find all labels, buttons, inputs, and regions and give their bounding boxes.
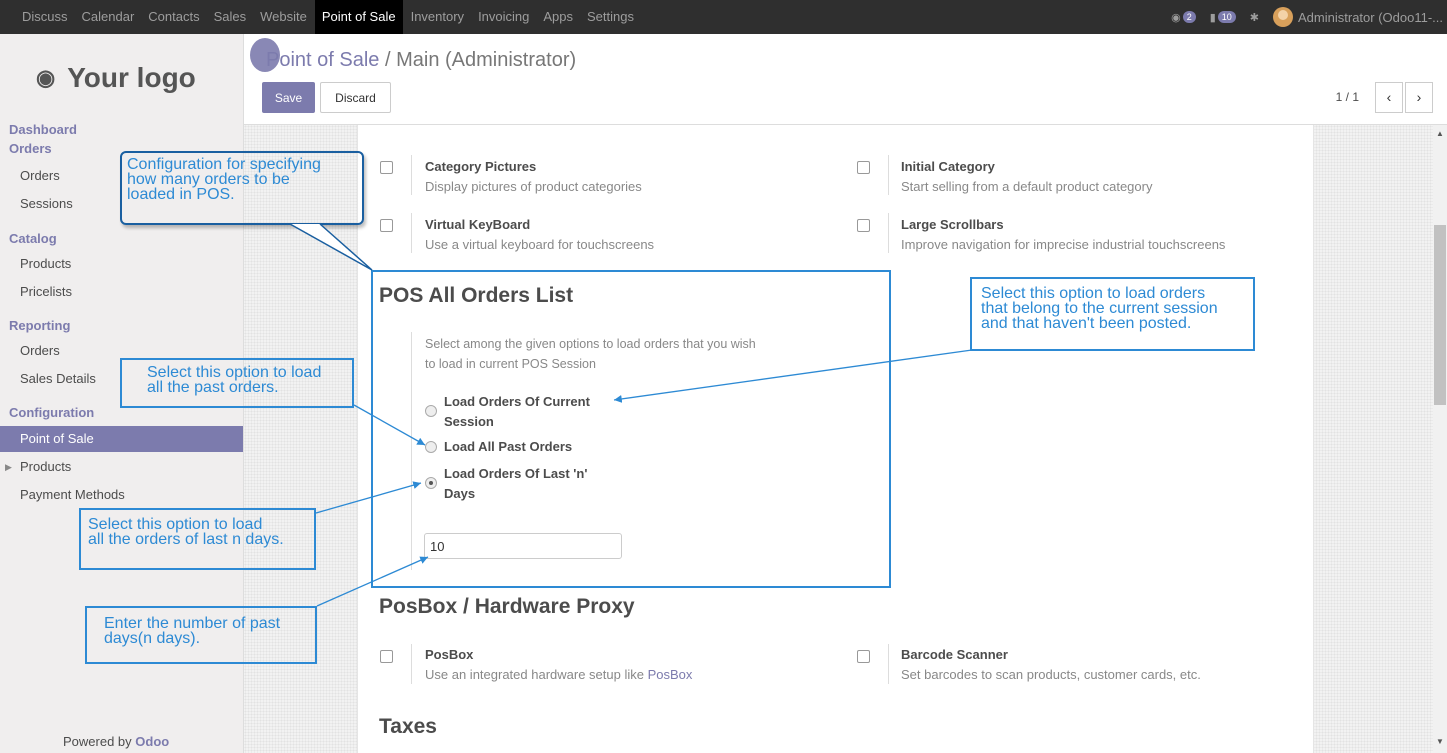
breadcrumb-current: Main (Administrator) [396, 49, 577, 71]
divider [411, 644, 412, 684]
menu-contacts[interactable]: Contacts [148, 0, 199, 34]
divider [411, 213, 412, 253]
initial-category-title: Initial Category [901, 159, 995, 174]
sidebar-section-orders[interactable]: Orders [9, 141, 52, 156]
virtual-keyboard-title: Virtual KeyBoard [425, 217, 531, 232]
sidebar-section-reporting[interactable]: Reporting [9, 318, 70, 333]
chat-icon: ◉ [1171, 11, 1181, 24]
powered-by: Powered by Odoo [63, 734, 170, 749]
barcode-scanner-checkbox[interactable] [857, 650, 870, 663]
scroll-down-icon[interactable]: ▼ [1436, 737, 1444, 746]
barcode-scanner-title: Barcode Scanner [901, 647, 1008, 662]
category-pictures-desc: Display pictures of product categories [425, 179, 642, 194]
company-logo[interactable]: ◉ Your logo [36, 62, 196, 94]
posbox-link[interactable]: PosBox [648, 667, 693, 682]
virtual-keyboard-desc: Use a virtual keyboard for touchscreens [425, 237, 655, 252]
discard-button[interactable]: Discard [320, 82, 391, 113]
top-navbar: Discuss Calendar Contacts Sales Website … [0, 0, 1447, 34]
sidebar-item-pricelists[interactable]: Pricelists [0, 279, 243, 305]
menu-sales[interactable]: Sales [214, 0, 247, 34]
initial-category-desc: Start selling from a default product cat… [901, 179, 1153, 194]
posbox-section-title: PosBox / Hardware Proxy [379, 595, 635, 618]
chat-button[interactable]: ◉ 2 [1171, 11, 1196, 24]
large-scrollbars-desc: Improve navigation for imprecise industr… [901, 237, 1226, 252]
sidebar-item-label: Products [20, 459, 72, 474]
camera-icon: ◉ [36, 65, 56, 90]
systray: ◉ 2 ▮ 10 ✱ Administrator (Odoo11-... [1171, 0, 1447, 34]
callout-last-n: Select this option to load all the orders… [79, 508, 316, 570]
breadcrumb: Point of Sale / Main (Administrator) [266, 49, 577, 71]
barcode-scanner-desc: Set barcodes to scan products, customer … [901, 667, 1201, 682]
scrollbar-thumb[interactable] [1434, 225, 1446, 405]
menu-calendar[interactable]: Calendar [82, 0, 135, 34]
loading-indicator [250, 38, 280, 72]
taxes-section-title: Taxes [379, 715, 437, 738]
menu-point-of-sale[interactable]: Point of Sale [314, 0, 403, 34]
divider [888, 213, 889, 253]
scroll-up-icon[interactable]: ▲ [1436, 129, 1444, 138]
logo-text: Your logo [67, 62, 196, 93]
sidebar-section-dashboard[interactable]: Dashboard [9, 122, 77, 137]
large-scrollbars-checkbox[interactable] [857, 219, 870, 232]
messages-button[interactable]: ▮ 10 [1210, 11, 1236, 24]
posbox-title: PosBox [425, 647, 474, 662]
sidebar-section-catalog[interactable]: Catalog [9, 231, 57, 246]
callout-enter-days: Enter the number of past days(n days). [85, 606, 317, 664]
posbox-desc: Use an integrated hardware setup like Po… [425, 667, 693, 682]
divider [888, 155, 889, 195]
callout-current-session: Select this option to load orders that be… [970, 277, 1255, 351]
posbox-checkbox[interactable] [380, 650, 393, 663]
category-pictures-title: Category Pictures [425, 159, 537, 174]
sidebar-item-payment-methods[interactable]: Payment Methods [0, 482, 243, 508]
category-pictures-checkbox[interactable] [380, 161, 393, 174]
virtual-keyboard-checkbox[interactable] [380, 219, 393, 232]
callout-all-past: Select this option to load all the past o… [120, 358, 354, 408]
menu-settings[interactable]: Settings [587, 0, 634, 34]
pager-value: 1 / 1 [1335, 90, 1359, 104]
comment-icon: ▮ [1209, 11, 1216, 24]
user-menu[interactable]: Administrator (Odoo11-... [1298, 10, 1443, 25]
caret-right-icon: ▶ [5, 462, 12, 472]
menu-apps[interactable]: Apps [543, 0, 573, 34]
scrollbar[interactable]: ▲ ▼ [1433, 125, 1447, 753]
avatar[interactable] [1273, 7, 1294, 27]
app-menu: Discuss Calendar Contacts Sales Website … [0, 0, 648, 34]
menu-invoicing[interactable]: Invoicing [478, 0, 529, 34]
sidebar-item-products[interactable]: Products [0, 251, 243, 277]
menu-inventory[interactable]: Inventory [411, 0, 464, 34]
control-panel: Point of Sale / Main (Administrator) Sav… [244, 34, 1447, 125]
sidebar-item-config-products[interactable]: ▶ Products [0, 454, 243, 480]
initial-category-checkbox[interactable] [857, 161, 870, 174]
sidebar-item-point-of-sale[interactable]: Point of Sale [0, 426, 243, 452]
pager-next-button[interactable]: › [1405, 82, 1433, 113]
save-button[interactable]: Save [262, 82, 315, 113]
debug-icon[interactable]: ✱ [1250, 11, 1259, 24]
menu-discuss[interactable]: Discuss [22, 0, 68, 34]
breadcrumb-link[interactable]: Point of Sale [266, 49, 379, 71]
menu-website[interactable]: Website [260, 0, 307, 34]
divider [888, 644, 889, 684]
large-scrollbars-title: Large Scrollbars [901, 217, 1004, 232]
messages-badge: 10 [1217, 11, 1236, 23]
callout-config: Configuration for specifying how many ord… [120, 151, 364, 225]
odoo-link[interactable]: Odoo [135, 734, 169, 749]
pager-previous-button[interactable]: ‹ [1375, 82, 1403, 113]
divider [411, 155, 412, 195]
sidebar-section-configuration[interactable]: Configuration [9, 405, 94, 420]
orders-list-highlight [371, 270, 891, 588]
chat-badge: 2 [1182, 11, 1196, 23]
